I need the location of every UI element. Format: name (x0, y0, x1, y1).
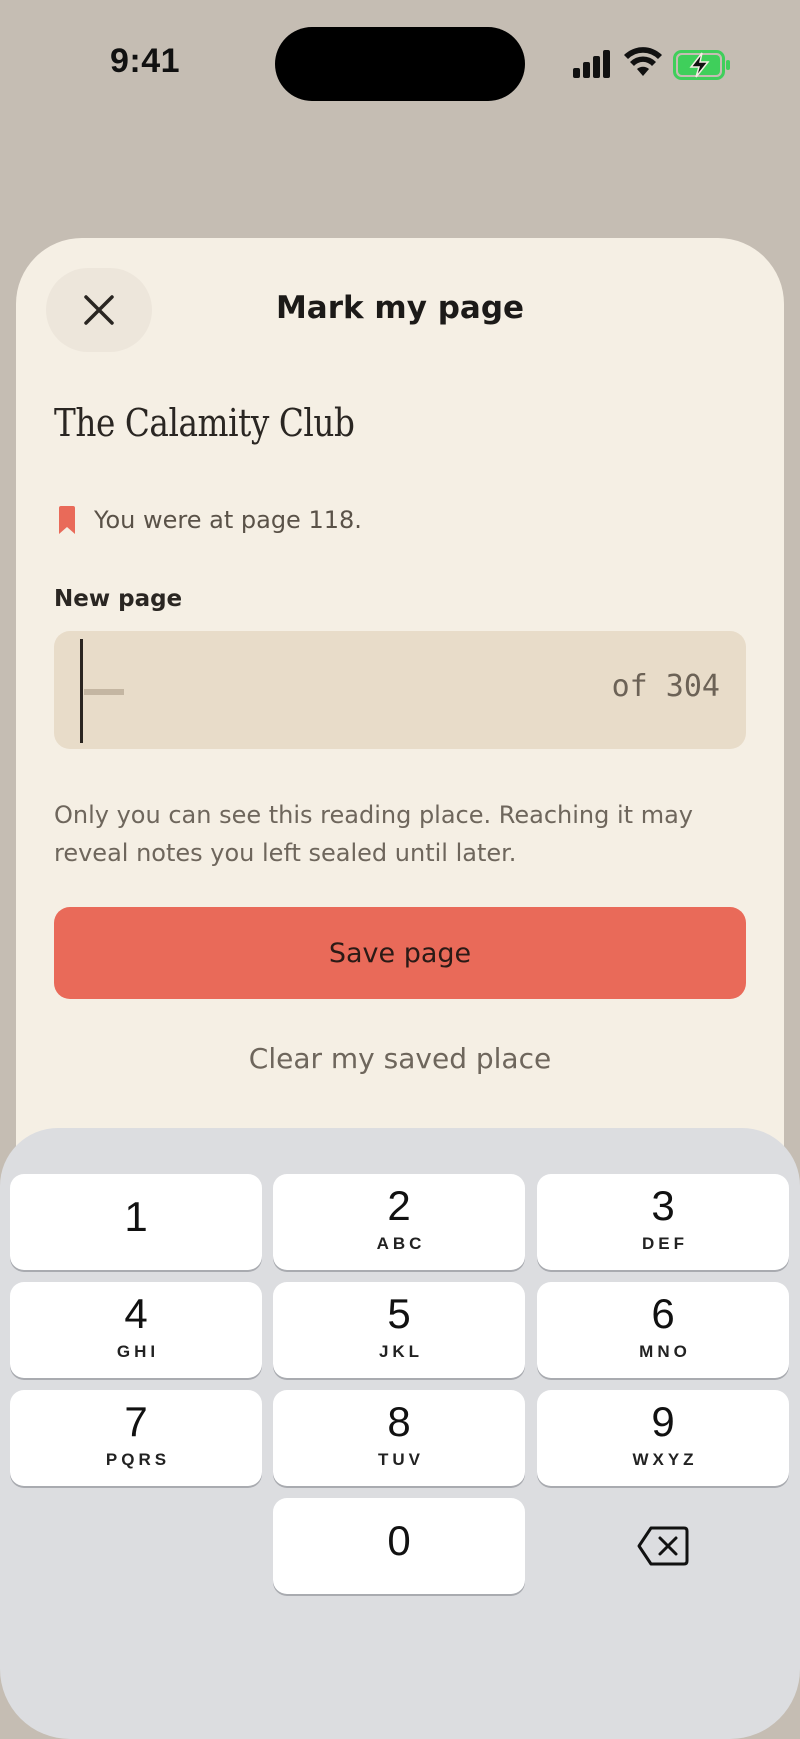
previous-page-row: You were at page 118. (58, 506, 362, 534)
key-letters: MNO (639, 1342, 691, 1361)
dynamic-island (275, 27, 525, 101)
bookmark-icon (59, 506, 75, 534)
key-5[interactable]: 5 JKL (273, 1282, 525, 1378)
previous-page-text: You were at page 118. (94, 506, 362, 534)
text-caret (80, 639, 83, 743)
key-digit: 7 (124, 1398, 148, 1445)
key-letters: TUV (378, 1450, 424, 1469)
battery-charging-icon (673, 50, 730, 80)
key-letters: GHI (116, 1342, 160, 1361)
key-9[interactable]: 9 WXYZ (537, 1390, 789, 1486)
page-total-label: of 304 (611, 669, 720, 704)
key-8[interactable]: 8 TUV (273, 1390, 525, 1486)
key-digit: 5 (387, 1290, 411, 1337)
delete-backspace-icon (637, 1526, 689, 1566)
status-time: 9:41 (110, 42, 181, 80)
key-0[interactable]: 0 (273, 1498, 525, 1594)
page-number-input[interactable]: of 304 (54, 631, 746, 749)
key-letters: JKL (378, 1342, 424, 1361)
book-title: The Calamity Club (54, 401, 355, 445)
key-digit: 2 (387, 1182, 411, 1229)
key-1[interactable]: 1 (10, 1174, 262, 1270)
cellular-signal-icon (573, 50, 610, 78)
key-digit: 8 (387, 1398, 411, 1445)
key-letters: ABC (376, 1234, 426, 1253)
input-placeholder-dash (84, 689, 124, 695)
key-4[interactable]: 4 GHI (10, 1282, 262, 1378)
key-digit: 3 (651, 1182, 675, 1229)
status-bar: 9:41 (0, 0, 800, 130)
wifi-icon (624, 47, 662, 76)
key-2[interactable]: 2 ABC (273, 1174, 525, 1270)
privacy-hint: Only you can see this reading place. Rea… (54, 801, 693, 867)
numeric-keypad: 1 2 ABC 3 DEF 4 GHI 5 JKL 6 MNO 7 PQRS 8… (0, 1128, 800, 1739)
clear-saved-place-link[interactable]: Clear my saved place (16, 1042, 784, 1075)
key-digit: 4 (124, 1290, 148, 1337)
key-digit: 0 (387, 1517, 411, 1564)
key-digit: 6 (651, 1290, 675, 1337)
new-page-label: New page (54, 586, 183, 612)
key-6[interactable]: 6 MNO (537, 1282, 789, 1378)
delete-key[interactable] (537, 1498, 789, 1594)
key-7[interactable]: 7 PQRS (10, 1390, 262, 1486)
key-letters: DEF (642, 1234, 688, 1253)
key-letters: PQRS (105, 1450, 171, 1469)
key-3[interactable]: 3 DEF (537, 1174, 789, 1270)
screen: 9:41 Mark my page The Calamity Club You … (0, 0, 800, 1739)
key-digit: 1 (124, 1193, 148, 1240)
sheet-title: Mark my page (275, 290, 525, 326)
save-page-button[interactable]: Save page (54, 907, 746, 999)
key-digit: 9 (651, 1398, 675, 1445)
key-letters: WXYZ (632, 1450, 698, 1469)
